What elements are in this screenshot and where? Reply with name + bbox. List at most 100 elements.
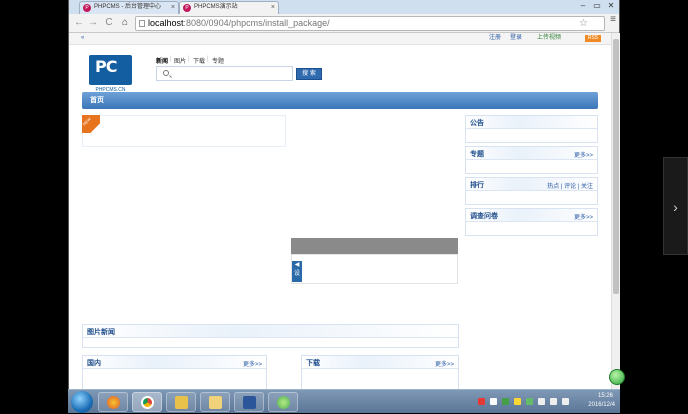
browser-window: P PHPCMS - 后台管理中心 × P PHPCMS演示站 × – ▭ ✕ …	[68, 0, 620, 389]
close-window-button[interactable]: ✕	[605, 1, 617, 11]
reload-button[interactable]: C	[103, 17, 115, 29]
headline-box	[82, 115, 286, 147]
download-header: 下载 更多>>	[302, 356, 458, 369]
taskbar-explorer[interactable]	[200, 392, 230, 412]
home-button[interactable]: ⌂	[119, 17, 131, 29]
main-nav-bar: 首页	[82, 92, 598, 109]
picture-news-box: 图片新闻	[82, 324, 459, 348]
phpcms-favicon-icon: P	[183, 4, 191, 12]
tray-app-icon[interactable]	[514, 398, 521, 405]
flag-icon[interactable]	[562, 398, 569, 405]
browser-toolbar: ← → C ⌂ localhost:8080/0904/phpcms/insta…	[69, 14, 619, 33]
tray-app-icon[interactable]	[478, 398, 485, 405]
survey-title: 调查问卷	[470, 213, 498, 220]
ranking-title: 排行	[470, 182, 484, 189]
survey-header: 调查问卷 更多>>	[466, 209, 597, 222]
domestic-more-link[interactable]: 更多>>	[243, 359, 262, 368]
browser-tab-strip: P PHPCMS - 后台管理中心 × P PHPCMS演示站 × – ▭ ✕	[69, 0, 619, 14]
ranking-tabs[interactable]: 热点 | 评论 | 关注	[547, 181, 593, 190]
web-page: « 注册 登录 上传视频 RSS PC PHPCMS.CN 新闻 | 图片 | …	[69, 33, 611, 389]
download-box: 下载 更多>>	[301, 355, 459, 389]
tab-admin[interactable]: P PHPCMS - 后台管理中心 ×	[79, 1, 179, 14]
tray-app-icon[interactable]	[526, 398, 533, 405]
slideshow-control[interactable]: ◀ 设	[292, 261, 302, 282]
download-title: 下载	[306, 360, 320, 367]
notice-box: 公告	[465, 115, 598, 143]
close-tab-icon[interactable]: ×	[271, 2, 275, 13]
desktop: P PHPCMS - 后台管理中心 × P PHPCMS演示站 × – ▭ ✕ …	[0, 0, 688, 413]
register-link[interactable]: 注册	[489, 33, 501, 44]
taskbar-app-1[interactable]	[98, 392, 128, 412]
volume-icon[interactable]	[550, 398, 557, 405]
tab-demo-site[interactable]: P PHPCMS演示站 ×	[179, 1, 279, 14]
upload-video-link[interactable]: 上传视频	[537, 33, 561, 44]
windows-taskbar: 15:26 2016/12/4	[68, 389, 620, 413]
tab-label: PHPCMS演示站	[194, 4, 238, 10]
tray-app-icon[interactable]	[502, 398, 509, 405]
next-arrow-icon[interactable]: ›	[663, 157, 688, 255]
back-button[interactable]: ←	[73, 17, 85, 29]
taskbar-app-3[interactable]	[166, 392, 196, 412]
network-icon[interactable]	[538, 398, 545, 405]
logo-text: PC	[95, 57, 117, 76]
topics-box: 专题 更多>>	[465, 146, 598, 174]
search-icon	[163, 70, 169, 76]
floating-widget[interactable]	[609, 369, 625, 385]
new-ribbon: NEW	[82, 115, 100, 133]
address-bar[interactable]: localhost:8080/0904/phpcms/install_packa…	[135, 16, 605, 31]
taskbar-chrome[interactable]	[132, 392, 162, 412]
search-tab-topics[interactable]: 专题	[212, 56, 224, 65]
bookmark-star-icon[interactable]: ☆	[579, 17, 588, 30]
search-tab-news[interactable]: 新闻	[156, 56, 168, 65]
search-tab-downloads[interactable]: 下载	[193, 56, 205, 65]
green-app-icon	[277, 396, 290, 409]
nav-home[interactable]: 首页	[90, 95, 104, 105]
chrome-icon	[141, 396, 154, 409]
survey-more-link[interactable]: 更多>>	[574, 212, 593, 221]
taskbar-word[interactable]	[234, 392, 264, 412]
tool-icon	[175, 396, 188, 409]
search-input[interactable]	[156, 66, 293, 81]
forward-button[interactable]: →	[87, 17, 99, 29]
survey-box: 调查问卷 更多>>	[465, 208, 598, 236]
chrome-menu-icon[interactable]: ≡	[610, 14, 616, 25]
ranking-header: 排行 热点 | 评论 | 关注	[466, 178, 597, 191]
phpcms-favicon-icon: P	[83, 4, 91, 12]
scroll-thumb[interactable]	[613, 39, 619, 294]
start-button[interactable]	[71, 391, 93, 413]
slideshow-panel	[291, 254, 458, 284]
page-scrollbar[interactable]	[611, 33, 620, 389]
ribbon-label: NEW	[82, 116, 92, 127]
close-tab-icon[interactable]: ×	[171, 2, 175, 13]
site-top-strip: « 注册 登录 上传视频 RSS	[69, 33, 611, 45]
page-icon	[139, 20, 145, 27]
picture-news-header: 图片新闻	[83, 325, 458, 338]
topics-more-link[interactable]: 更多>>	[574, 150, 593, 159]
topics-header: 专题 更多>>	[466, 147, 597, 160]
notice-header: 公告	[466, 116, 597, 129]
picture-news-title: 图片新闻	[87, 329, 115, 336]
minimize-button[interactable]: –	[577, 1, 589, 11]
domestic-title: 国内	[87, 360, 101, 367]
tray-app-icon[interactable]	[490, 398, 497, 405]
notice-title: 公告	[470, 120, 484, 127]
tab-label: PHPCMS - 后台管理中心	[94, 4, 162, 10]
rss-badge[interactable]: RSS	[585, 35, 601, 42]
word-icon	[243, 396, 256, 409]
domestic-header: 国内 更多>>	[83, 356, 266, 369]
clock-time[interactable]: 15:26	[598, 393, 613, 399]
taskbar-app-6[interactable]	[268, 392, 298, 412]
maximize-button[interactable]: ▭	[591, 1, 603, 11]
clock-date[interactable]: 2016/12/4	[588, 402, 615, 408]
domestic-box: 国内 更多>>	[82, 355, 267, 389]
ranking-box: 排行 热点 | 评论 | 关注	[465, 177, 598, 205]
search-tab-pictures[interactable]: 图片	[174, 56, 186, 65]
search-button[interactable]: 搜 索	[296, 68, 322, 80]
folder-icon	[209, 396, 222, 409]
login-link[interactable]: 登录	[510, 33, 522, 44]
topics-title: 专题	[470, 151, 484, 158]
slideshow-caption-bar	[291, 238, 458, 254]
site-logo[interactable]: PC PHPCMS.CN	[89, 55, 132, 93]
download-more-link[interactable]: 更多>>	[435, 359, 454, 368]
app-colorful-icon	[107, 396, 120, 409]
